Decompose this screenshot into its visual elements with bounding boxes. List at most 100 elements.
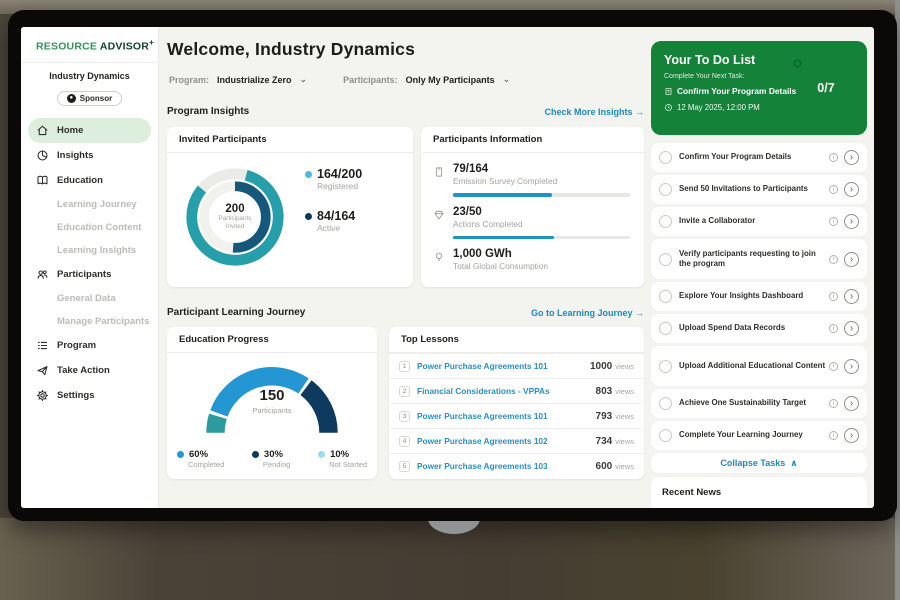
task-chevron-button[interactable]: › [844, 321, 859, 336]
task-checkbox[interactable] [659, 151, 672, 164]
todo-title: Your To Do List [664, 53, 755, 67]
chevron-down-icon[interactable]: ⌄ [503, 74, 511, 85]
sponsor-badge[interactable]: ● Sponsor [57, 91, 122, 106]
task-info-icon[interactable]: i [829, 399, 838, 408]
task-row[interactable]: Upload Additional Educational Content i … [651, 346, 867, 386]
sidebar-item-home[interactable]: Home [28, 118, 151, 143]
sidebar-item-manage-participants[interactable]: Manage Participants [21, 310, 158, 333]
task-row[interactable]: Confirm Your Program Details i › [651, 143, 867, 172]
card-title: Top Lessons [389, 327, 644, 353]
app-logo: RESOURCE ADVISOR+ [21, 27, 158, 63]
sidebar-item-label: Manage Participants [57, 316, 149, 327]
lesson-title-link[interactable]: Power Purchase Agreements 102 [417, 436, 548, 446]
task-checkbox[interactable] [659, 360, 672, 373]
lesson-title-link[interactable]: Power Purchase Agreements 103 [417, 461, 548, 471]
task-chevron-button[interactable]: › [844, 359, 859, 374]
task-row[interactable]: Complete Your Learning Journey i › [651, 421, 867, 450]
task-row[interactable]: Send 50 Invitations to Participants i › [651, 175, 867, 204]
participants-information-card: Participants Information 79/164 Emission… [421, 127, 644, 287]
task-info-icon[interactable]: i [829, 255, 838, 264]
task-info-icon[interactable]: i [829, 153, 838, 162]
task-info-icon[interactable]: i [829, 217, 838, 226]
chevron-down-icon[interactable]: ⌄ [300, 74, 308, 85]
task-row[interactable]: Explore Your Insights Dashboard i › [651, 282, 867, 311]
logo-word-advisor: ADVISOR [100, 41, 149, 53]
task-label: Upload Additional Educational Content [679, 361, 829, 371]
invited-participants-donut: 200 Participants Invited [181, 163, 289, 271]
progress-fill [453, 193, 552, 197]
section-title: Participant Learning Journey [167, 307, 305, 318]
legend-value: 10% [330, 449, 349, 460]
legend-label: Active [317, 223, 362, 233]
views-suffix: views [615, 437, 634, 446]
task-chevron-button[interactable]: › [844, 150, 859, 165]
insights-icon [36, 149, 49, 162]
dashboard-screen: RESOURCE ADVISOR+ Industry Dynamics ● Sp… [21, 27, 874, 508]
task-label: Confirm Your Program Details [679, 152, 829, 162]
task-row[interactable]: Upload Spend Data Records i › [651, 314, 867, 343]
task-info-icon[interactable]: i [829, 431, 838, 440]
task-checkbox[interactable] [659, 183, 672, 196]
views-suffix: views [615, 362, 634, 371]
recent-news-title: Recent News [651, 477, 867, 498]
participants-filter-value[interactable]: Only My Participants [406, 75, 495, 85]
sidebar-item-general-data[interactable]: General Data [21, 287, 158, 310]
task-chevron-button[interactable]: › [844, 396, 859, 411]
monitor-bezel: RESOURCE ADVISOR+ Industry Dynamics ● Sp… [8, 10, 897, 521]
legend-value: 30% [264, 449, 283, 460]
sidebar-item-take-action[interactable]: Take Action [21, 358, 158, 383]
task-chevron-button[interactable]: › [844, 182, 859, 197]
lesson-title-link[interactable]: Power Purchase Agreements 101 [417, 411, 548, 421]
progress-fill [453, 236, 554, 240]
legend-dot [305, 213, 312, 220]
task-chevron-button[interactable]: › [844, 252, 859, 267]
sidebar: RESOURCE ADVISOR+ Industry Dynamics ● Sp… [21, 27, 159, 508]
sidebar-item-participants[interactable]: Participants [21, 262, 158, 287]
recent-news-card: Recent News [651, 477, 867, 508]
todo-next-task: Confirm Your Program Details [677, 86, 796, 96]
task-chevron-button[interactable]: › [844, 214, 859, 229]
task-checkbox[interactable] [659, 290, 672, 303]
program-filter-value[interactable]: Industrialize Zero [217, 75, 292, 85]
task-row[interactable]: Verify participants requesting to join t… [651, 239, 867, 279]
task-checkbox[interactable] [659, 322, 672, 335]
task-chevron-button[interactable]: › [844, 428, 859, 443]
list-icon [36, 339, 49, 352]
gauge-center-label: Participants [195, 406, 349, 415]
task-checkbox[interactable] [659, 429, 672, 442]
go-to-learning-journey-link[interactable]: Go to Learning Journey → [531, 308, 644, 318]
todo-counter: 0/7 [793, 55, 859, 121]
sidebar-item-education[interactable]: Education [21, 168, 158, 193]
sponsor-badge-label: Sponsor [80, 94, 112, 103]
actions-icon [433, 209, 445, 221]
task-row[interactable]: Invite a Collaborator i › [651, 207, 867, 236]
task-chevron-button[interactable]: › [844, 289, 859, 304]
lesson-row: 5 Power Purchase Agreements 103 600views [389, 453, 644, 478]
sidebar-item-learning-insights[interactable]: Learning Insights [21, 239, 158, 262]
invited-participants-card: Invited Participants 200 Participants In… [167, 127, 413, 287]
task-info-icon[interactable]: i [829, 292, 838, 301]
task-checkbox[interactable] [659, 253, 672, 266]
task-checkbox[interactable] [659, 215, 672, 228]
gear-icon [36, 389, 49, 402]
task-info-icon[interactable]: i [829, 185, 838, 194]
sidebar-item-program[interactable]: Program [21, 333, 158, 358]
sidebar-item-settings[interactable]: Settings [21, 383, 158, 408]
task-info-icon[interactable]: i [829, 362, 838, 371]
legend-not-started: 10% Not Started [318, 449, 367, 469]
check-more-insights-link[interactable]: Check More Insights → [544, 107, 644, 117]
participants-filter-label: Participants: [343, 75, 398, 85]
lesson-rank: 5 [399, 461, 410, 472]
card-title: Invited Participants [167, 127, 413, 153]
views-suffix: views [615, 412, 634, 421]
sidebar-item-education-content[interactable]: Education Content [21, 216, 158, 239]
lesson-title-link[interactable]: Power Purchase Agreements 101 [417, 361, 548, 371]
task-checkbox[interactable] [659, 397, 672, 410]
sidebar-item-learning-journey[interactable]: Learning Journey [21, 193, 158, 216]
lesson-title-link[interactable]: Financial Considerations - VPPAs [417, 386, 550, 396]
chevron-up-icon: ∧ [790, 458, 797, 469]
task-info-icon[interactable]: i [829, 324, 838, 333]
collapse-tasks-link[interactable]: Collapse Tasks ∧ [651, 453, 867, 473]
sidebar-item-insights[interactable]: Insights [21, 143, 158, 168]
task-row[interactable]: Achieve One Sustainability Target i › [651, 389, 867, 418]
